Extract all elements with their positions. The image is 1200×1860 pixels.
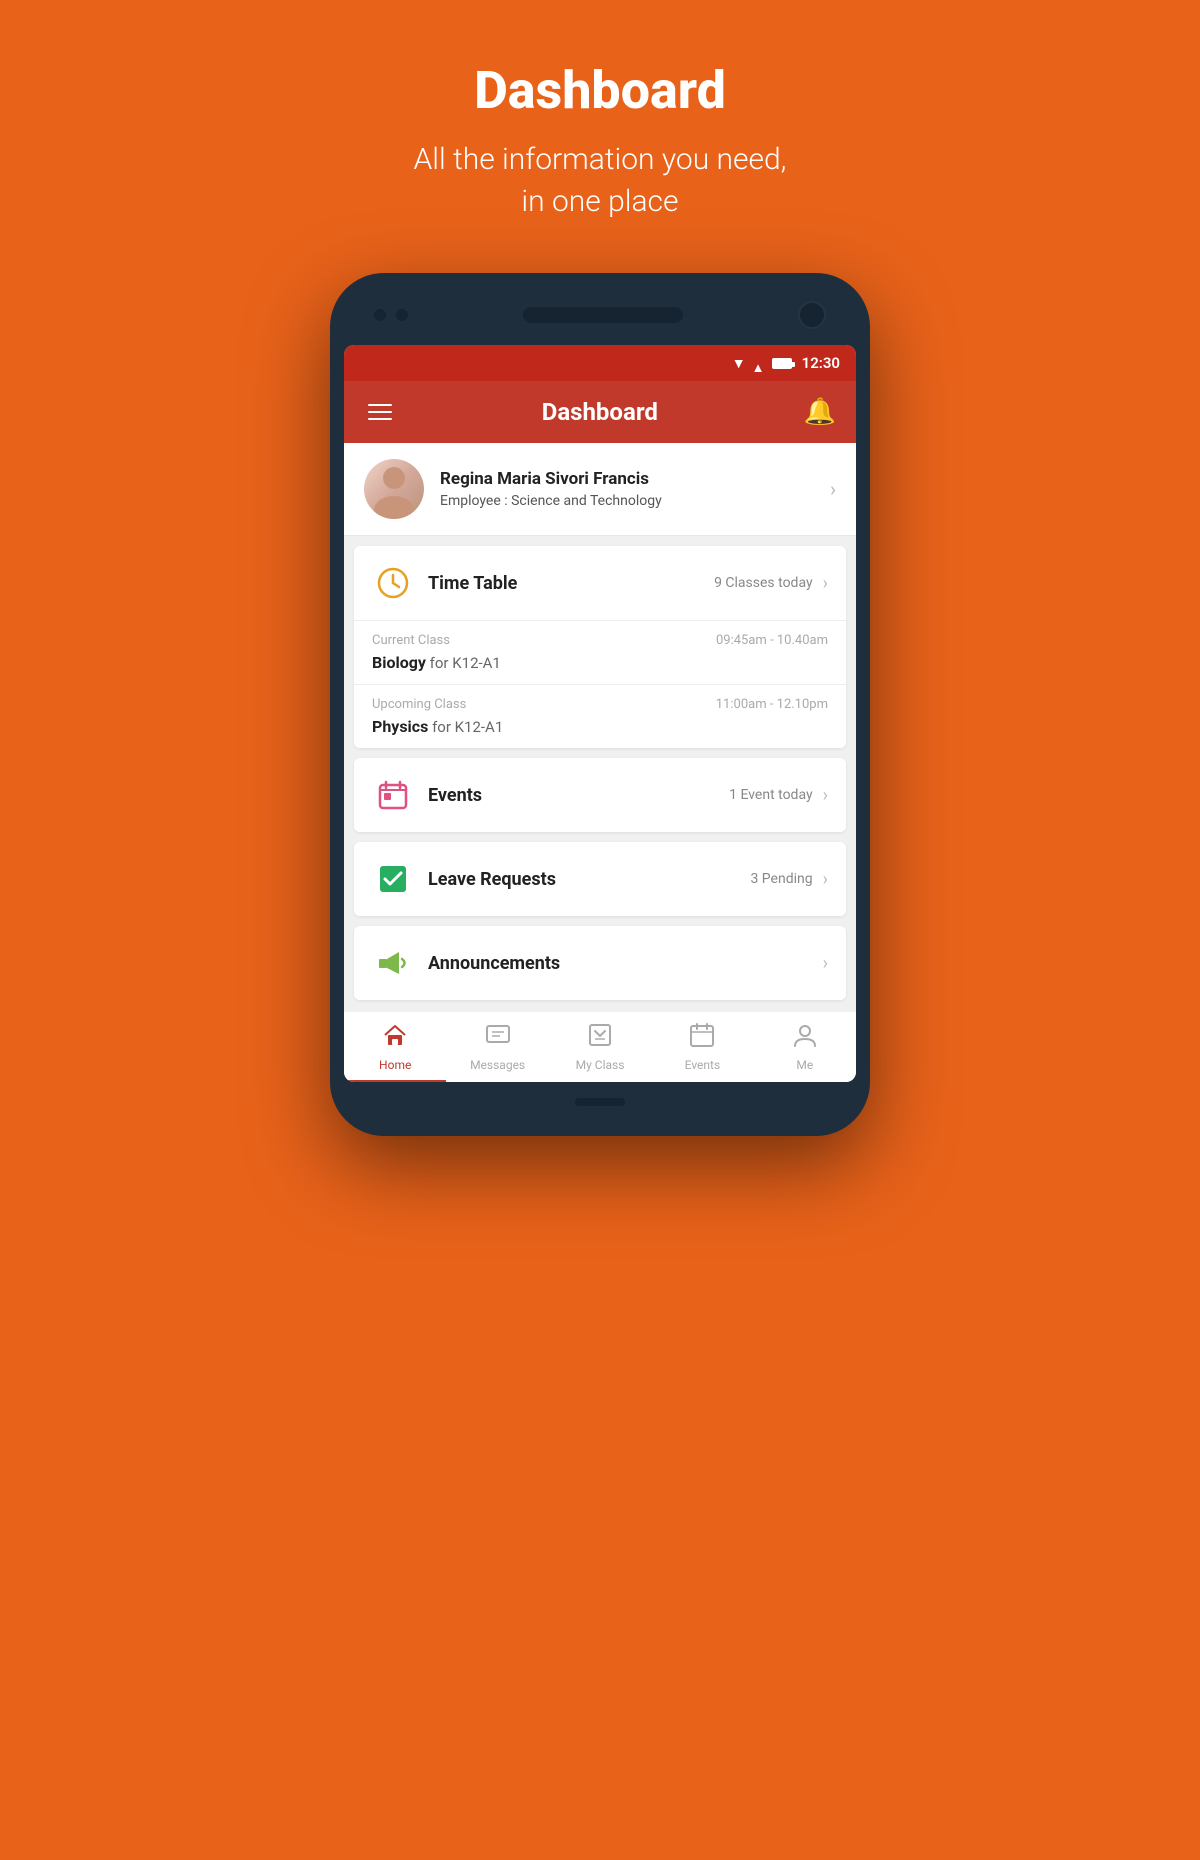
signal-icon	[752, 357, 766, 369]
checklist-icon	[372, 858, 414, 900]
announcements-chevron: ›	[823, 953, 828, 974]
avatar-image	[364, 459, 424, 519]
nav-home-label: Home	[379, 1058, 411, 1072]
me-icon	[792, 1022, 818, 1054]
upcoming-class-header: Upcoming Class 11:00am - 12.10pm	[372, 697, 828, 712]
nav-messages[interactable]: Messages	[446, 1012, 548, 1082]
upcoming-class-time: 11:00am - 12.10pm	[716, 697, 828, 712]
phone-screen: ▼ 12:30 Dashboard 🔔 Regina Maria Sivori …	[344, 345, 856, 1082]
phone-cameras	[374, 309, 408, 321]
user-info: Regina Maria Sivori Francis Employee : S…	[440, 469, 830, 509]
nav-myclass-label: My Class	[576, 1058, 625, 1072]
nav-home[interactable]: Home	[344, 1012, 446, 1082]
timetable-title: Time Table	[428, 573, 714, 594]
leave-chevron: ›	[823, 869, 828, 890]
page-title: Dashboard	[414, 60, 787, 121]
status-time: 12:30	[802, 354, 840, 372]
leave-requests-card[interactable]: Leave Requests 3 Pending ›	[354, 842, 846, 916]
notification-button[interactable]: 🔔	[804, 397, 836, 427]
current-class-label: Current Class	[372, 633, 450, 648]
phone-home-button	[575, 1098, 625, 1106]
page-subtitle: All the information you need, in one pla…	[414, 139, 787, 223]
status-bar: ▼ 12:30	[344, 345, 856, 381]
home-icon	[382, 1022, 408, 1054]
events-card-header[interactable]: Events 1 Event today ›	[354, 758, 846, 832]
page-header: Dashboard All the information you need, …	[414, 0, 787, 263]
user-card-chevron: ›	[830, 477, 836, 501]
messages-icon	[485, 1022, 511, 1054]
nav-events[interactable]: Events	[651, 1012, 753, 1082]
upcoming-class-label: Upcoming Class	[372, 697, 466, 712]
leave-card-header[interactable]: Leave Requests 3 Pending ›	[354, 842, 846, 916]
announcements-title: Announcements	[428, 953, 813, 974]
announcements-card-header[interactable]: Announcements ›	[354, 926, 846, 1000]
leave-badge: 3 Pending	[750, 871, 812, 887]
myclass-icon	[587, 1022, 613, 1054]
user-name: Regina Maria Sivori Francis	[440, 469, 830, 489]
content-area: Time Table 9 Classes today › Current Cla…	[344, 546, 856, 1000]
calendar-icon	[372, 774, 414, 816]
events-card[interactable]: Events 1 Event today ›	[354, 758, 846, 832]
phone-bottom-bezel	[344, 1090, 856, 1114]
events-title: Events	[428, 785, 729, 806]
speaker-icon	[372, 942, 414, 984]
menu-button[interactable]	[364, 400, 396, 424]
timetable-chevron: ›	[823, 573, 828, 594]
nav-events-label: Events	[685, 1058, 721, 1072]
phone-speaker	[523, 307, 683, 323]
app-bar-title: Dashboard	[542, 398, 658, 426]
sensor-dot	[374, 309, 386, 321]
events-nav-icon	[689, 1022, 715, 1054]
active-indicator	[344, 1080, 446, 1082]
sensor-dot-2	[396, 309, 408, 321]
nav-messages-label: Messages	[470, 1058, 525, 1072]
events-badge: 1 Event today	[729, 787, 812, 803]
current-class-item: Current Class 09:45am - 10.40am Biology …	[354, 620, 846, 684]
current-class-time: 09:45am - 10.40am	[716, 633, 828, 648]
clock-icon	[372, 562, 414, 604]
timetable-card[interactable]: Time Table 9 Classes today › Current Cla…	[354, 546, 846, 748]
wifi-icon: ▼	[732, 355, 746, 372]
front-camera	[798, 301, 826, 329]
battery-icon	[772, 358, 792, 369]
status-icons: ▼ 12:30	[732, 354, 840, 372]
leave-title: Leave Requests	[428, 869, 750, 890]
user-role: Employee : Science and Technology	[440, 493, 830, 509]
avatar	[364, 459, 424, 519]
timetable-badge: 9 Classes today	[714, 575, 813, 591]
app-bar: Dashboard 🔔	[344, 381, 856, 443]
upcoming-class-item: Upcoming Class 11:00am - 12.10pm Physics…	[354, 684, 846, 748]
current-class-subject: Biology for K12-A1	[372, 653, 828, 672]
bottom-nav: Home Messages	[344, 1010, 856, 1082]
current-class-header: Current Class 09:45am - 10.40am	[372, 633, 828, 648]
timetable-card-header[interactable]: Time Table 9 Classes today ›	[354, 546, 846, 620]
phone-top-bezel	[344, 295, 856, 335]
nav-me-label: Me	[796, 1058, 813, 1072]
events-chevron: ›	[823, 785, 828, 806]
phone-shell: ▼ 12:30 Dashboard 🔔 Regina Maria Sivori …	[330, 273, 870, 1136]
upcoming-class-subject: Physics for K12-A1	[372, 717, 828, 736]
nav-myclass[interactable]: My Class	[549, 1012, 651, 1082]
user-profile-card[interactable]: Regina Maria Sivori Francis Employee : S…	[344, 443, 856, 536]
nav-me[interactable]: Me	[754, 1012, 856, 1082]
announcements-card[interactable]: Announcements ›	[354, 926, 846, 1000]
